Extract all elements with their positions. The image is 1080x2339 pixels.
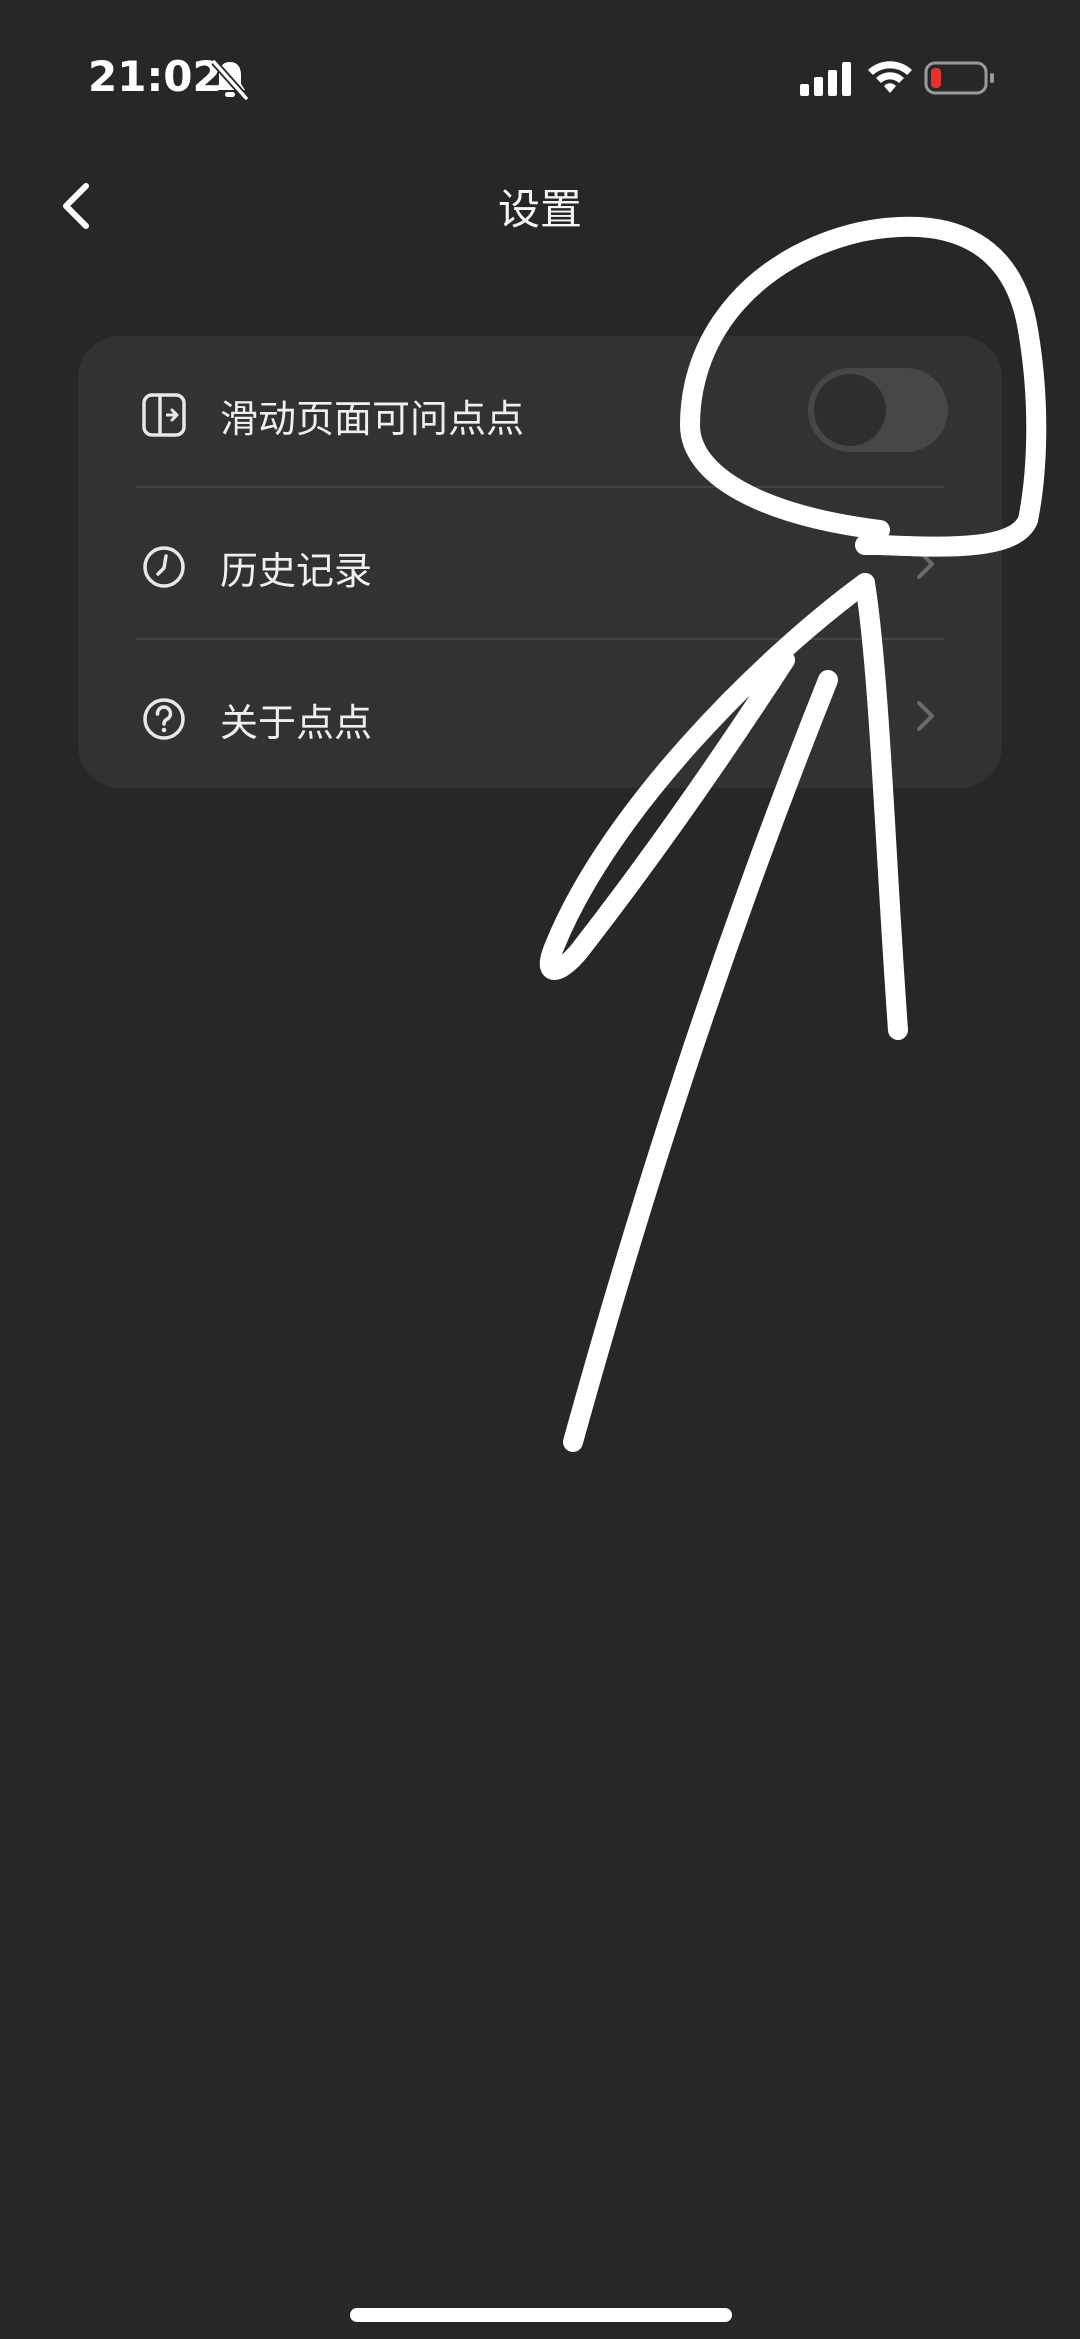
page-title: 设置 — [497, 185, 582, 234]
status-bar: 21:02 — [0, 0, 1080, 160]
battery-low-icon — [924, 61, 994, 95]
settings-item-about[interactable]: 关于点点 — [78, 640, 1002, 790]
chevron-right-icon — [917, 701, 934, 731]
settings-card: 滑动页面可问点点 历史记录 关于点点 — [78, 336, 1002, 788]
home-indicator[interactable] — [350, 2308, 732, 2322]
settings-item-label: 历史记录 — [220, 549, 373, 593]
cellular-signal-icon — [800, 62, 851, 96]
swipe-panel-icon — [142, 393, 186, 437]
status-time: 21:02 — [88, 52, 222, 101]
toggle-knob — [814, 374, 886, 446]
chevron-right-icon — [917, 549, 934, 579]
clock-icon — [143, 546, 185, 588]
annotation-arrow-shaft — [563, 670, 838, 1452]
question-circle-icon — [143, 698, 185, 740]
settings-item-swipe-ask[interactable]: 滑动页面可问点点 — [78, 336, 1002, 486]
settings-item-history[interactable]: 历史记录 — [78, 488, 1002, 638]
settings-item-label: 滑动页面可问点点 — [220, 397, 525, 441]
wifi-icon — [868, 61, 912, 93]
swipe-ask-toggle[interactable] — [808, 368, 948, 452]
bell-slash-icon — [211, 59, 249, 101]
settings-item-label: 关于点点 — [220, 701, 373, 745]
